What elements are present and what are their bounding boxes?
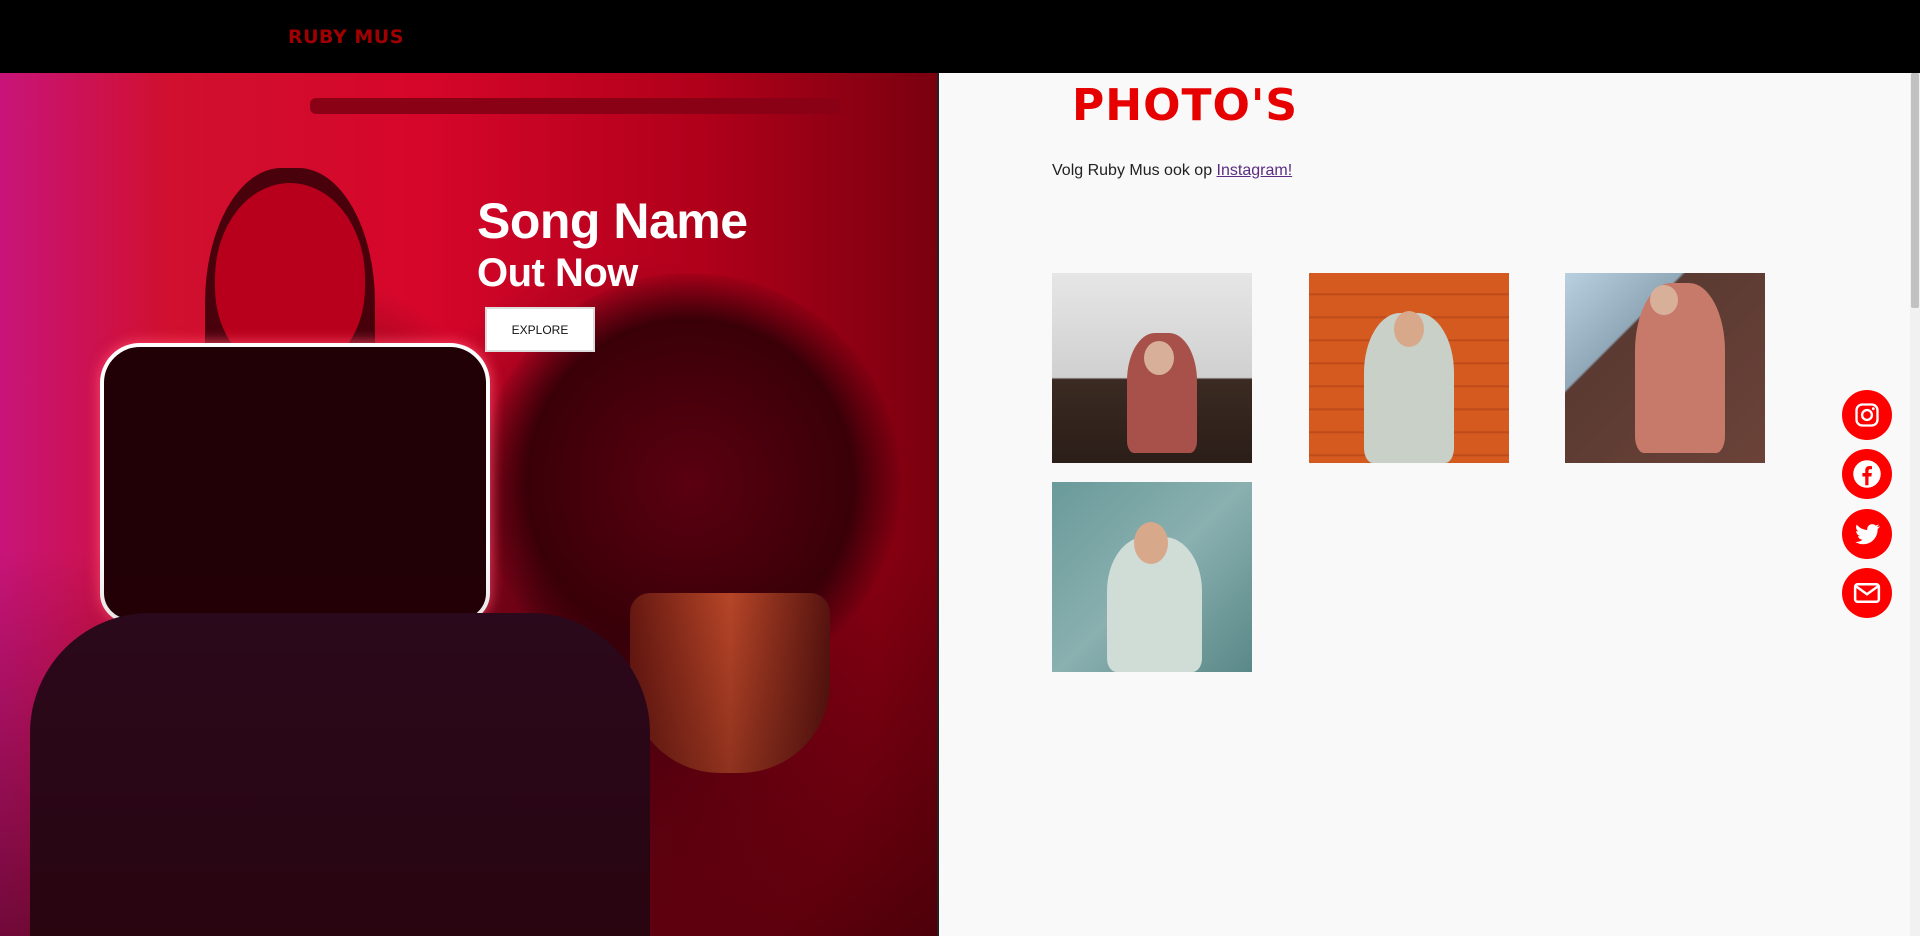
photo-thumb-2[interactable] xyxy=(1309,273,1509,463)
nav-about[interactable]: About xyxy=(0,0,42,17)
nav-photos[interactable]: Photo's xyxy=(46,0,99,17)
follow-text: Volg Ruby Mus ook op Instagram! xyxy=(1052,162,1292,180)
hero-subtitle: Out Now xyxy=(477,251,638,295)
instagram-icon[interactable] xyxy=(1842,390,1892,440)
brand-logo[interactable]: RUBY MUS xyxy=(288,26,404,48)
explore-button[interactable]: EXPLORE xyxy=(485,307,595,352)
divider xyxy=(937,73,939,936)
photos-title: PHOTO'S xyxy=(1072,80,1299,131)
hero-shade xyxy=(0,73,937,936)
follow-label: Volg Ruby Mus ook op xyxy=(1052,162,1213,179)
nav-video[interactable]: Video xyxy=(104,0,145,17)
nav-tour[interactable]: Tour xyxy=(148,0,179,17)
nav-music[interactable]: Music xyxy=(184,0,226,17)
hero-section: Song Name Out Now EXPLORE xyxy=(0,73,937,936)
photo-thumb-3[interactable] xyxy=(1565,273,1765,463)
twitter-icon[interactable] xyxy=(1842,509,1892,559)
scrollbar-thumb[interactable] xyxy=(1911,73,1919,308)
hero-title: Song Name xyxy=(477,193,748,249)
photo-thumb-4[interactable] xyxy=(1052,482,1252,672)
mail-icon[interactable] xyxy=(1842,568,1892,618)
instagram-link[interactable]: Instagram! xyxy=(1217,162,1293,179)
photo-thumb-1[interactable] xyxy=(1052,273,1252,463)
facebook-icon[interactable] xyxy=(1842,449,1892,499)
top-navbar: RUBY MUS About Photo's Video Tour Music xyxy=(0,0,1920,73)
